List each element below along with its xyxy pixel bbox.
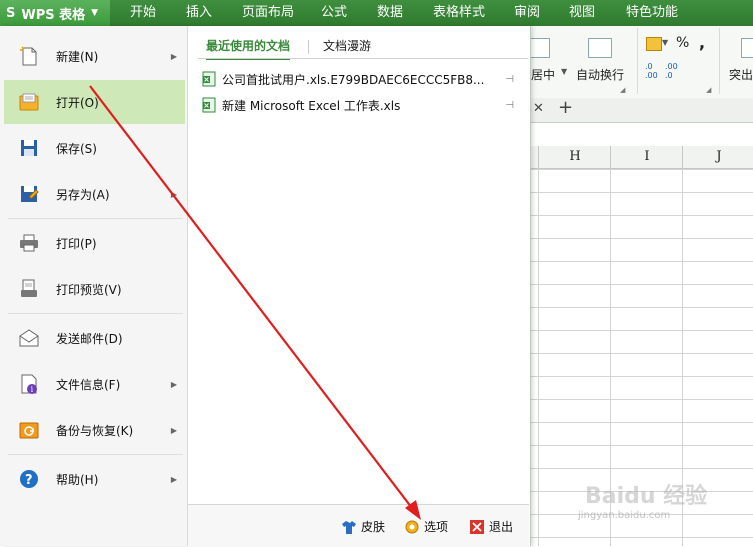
- currency-dropdown-icon[interactable]: ▼: [662, 38, 668, 47]
- tab-recent-documents[interactable]: 最近使用的文档: [206, 36, 291, 60]
- increase-decimal-button[interactable]: .0 .00: [645, 62, 658, 80]
- merge-center-icon[interactable]: [530, 38, 550, 58]
- menu-item-print-preview[interactable]: 打印预览(V): [4, 267, 185, 311]
- ribbon-divider: [637, 28, 638, 94]
- menu-item-backup-restore[interactable]: 备份与恢复(K) ▶: [4, 408, 185, 452]
- new-doc-icon: [20, 46, 37, 66]
- new-tab-button[interactable]: +: [558, 97, 573, 118]
- close-icon: [470, 519, 484, 534]
- wrap-text-button[interactable]: 自动换行: [576, 66, 624, 83]
- pin-icon[interactable]: ⊣: [505, 74, 514, 85]
- menu-separator: [8, 313, 183, 314]
- file-info-icon: i: [21, 374, 37, 394]
- chevron-down-icon: ▼: [91, 8, 99, 18]
- recent-doc-item[interactable]: 公司首批试用户.xls.E799BDAEC6ECCC5FB8... ⊣: [202, 68, 522, 90]
- submenu-arrow-icon: ▶: [170, 425, 177, 435]
- skin-label: 皮肤: [361, 520, 386, 534]
- menu-item-label: 另存为(A): [56, 187, 110, 202]
- menu-item-send-mail[interactable]: 发送邮件(D): [4, 316, 185, 360]
- gear-icon: [405, 520, 419, 533]
- print-icon: [20, 234, 38, 252]
- options-button[interactable]: 选项: [404, 518, 448, 535]
- tab-document-roaming[interactable]: 文档漫游: [323, 36, 371, 58]
- pin-icon[interactable]: ⊣: [505, 100, 514, 111]
- save-icon: [21, 140, 37, 156]
- menu-item-label: 备份与恢复(K): [56, 423, 134, 438]
- close-tab-icon[interactable]: ✕: [533, 101, 544, 116]
- submenu-arrow-icon: ▶: [170, 51, 177, 61]
- svg-text:i: i: [31, 385, 34, 394]
- wps-app-button[interactable]: S WPS 表格 ▼: [0, 0, 110, 26]
- open-folder-icon: [19, 93, 39, 111]
- column-header-h[interactable]: H: [538, 146, 611, 168]
- menu-item-label: 新建(N): [56, 49, 99, 64]
- menu-item-label: 帮助(H): [56, 472, 99, 487]
- mail-icon: [19, 329, 39, 347]
- menu-item-label: 打开(O): [56, 95, 99, 110]
- column-header-i[interactable]: I: [610, 146, 683, 168]
- align-group-launcher-icon[interactable]: ◢: [620, 86, 625, 94]
- menu-item-label: 打印(P): [56, 236, 97, 251]
- tab-data[interactable]: 数据: [377, 0, 403, 26]
- menu-item-save-as[interactable]: 另存为(A) ▶: [4, 172, 185, 216]
- recent-doc-name: 新建 Microsoft Excel 工作表.xls: [222, 98, 401, 113]
- watermark-url: jingyan.baidu.com: [578, 510, 671, 521]
- options-label: 选项: [424, 520, 449, 534]
- backup-restore-icon: [19, 422, 39, 439]
- tab-table-style[interactable]: 表格样式: [433, 0, 485, 26]
- submenu-arrow-icon: ▶: [170, 474, 177, 484]
- menu-item-label: 发送邮件(D): [56, 331, 123, 346]
- menu-item-label: 文件信息(F): [56, 377, 121, 392]
- tab-divider: [308, 40, 309, 54]
- decrease-decimal-button[interactable]: .00 .0: [665, 62, 678, 80]
- menu-item-print[interactable]: 打印(P): [4, 221, 185, 265]
- exit-button[interactable]: 退出: [469, 518, 513, 535]
- tab-formula[interactable]: 公式: [321, 0, 347, 26]
- svg-text:?: ?: [25, 473, 33, 488]
- menu-item-save[interactable]: 保存(S): [4, 126, 185, 170]
- recent-doc-item[interactable]: 新建 Microsoft Excel 工作表.xls ⊣: [202, 94, 522, 116]
- submenu-arrow-icon: ▶: [170, 189, 177, 199]
- menu-separator: [8, 218, 183, 219]
- tab-insert[interactable]: 插入: [186, 0, 212, 26]
- menu-item-label: 保存(S): [56, 141, 97, 156]
- currency-format-icon[interactable]: [646, 37, 662, 51]
- recent-doc-name: 公司首批试用户.xls.E799BDAEC6ECCC5FB8...: [222, 72, 485, 87]
- menu-item-new[interactable]: 新建(N) ▶: [4, 34, 185, 78]
- print-preview-icon: [21, 279, 37, 297]
- skin-button[interactable]: 皮肤: [341, 518, 385, 535]
- submenu-arrow-icon: ▶: [170, 379, 177, 389]
- watermark-logo: Baidu 经验: [585, 484, 708, 509]
- ribbon-divider: [719, 28, 720, 94]
- merge-center-label[interactable]: 居中: [531, 66, 555, 83]
- tab-special-features[interactable]: 特色功能: [626, 0, 678, 26]
- highlight-rules-icon[interactable]: [741, 38, 753, 58]
- help-icon: ?: [20, 470, 38, 488]
- percent-button[interactable]: %: [676, 35, 689, 51]
- tab-review[interactable]: 审阅: [514, 0, 540, 26]
- menu-item-label: 打印预览(V): [56, 282, 122, 297]
- excel-file-icon: [202, 97, 216, 113]
- menu-item-open[interactable]: 打开(O): [4, 80, 185, 124]
- menu-separator: [8, 454, 183, 455]
- save-as-icon: [21, 186, 39, 202]
- number-group-launcher-icon[interactable]: ◢: [706, 86, 711, 94]
- tab-view[interactable]: 视图: [569, 0, 595, 26]
- menu-item-file-info[interactable]: i 文件信息(F) ▶: [4, 362, 185, 406]
- app-button-label: WPS 表格: [21, 7, 86, 23]
- menu-item-help[interactable]: ? 帮助(H) ▶: [4, 457, 185, 501]
- merge-dropdown-icon[interactable]: ▼: [561, 67, 567, 76]
- tab-home[interactable]: 开始: [130, 0, 156, 26]
- excel-file-icon: [202, 71, 216, 87]
- column-header-j[interactable]: J: [682, 146, 753, 168]
- highlight-button[interactable]: 突出: [729, 66, 753, 83]
- shirt-icon: [342, 520, 356, 534]
- recent-tabs-underline: [198, 58, 528, 59]
- wrap-text-icon[interactable]: [588, 38, 612, 58]
- thousands-separator-button[interactable]: ,: [699, 33, 705, 52]
- exit-label: 退出: [489, 520, 514, 534]
- wps-logo-icon: S: [6, 5, 16, 21]
- tab-page-layout[interactable]: 页面布局: [242, 0, 294, 26]
